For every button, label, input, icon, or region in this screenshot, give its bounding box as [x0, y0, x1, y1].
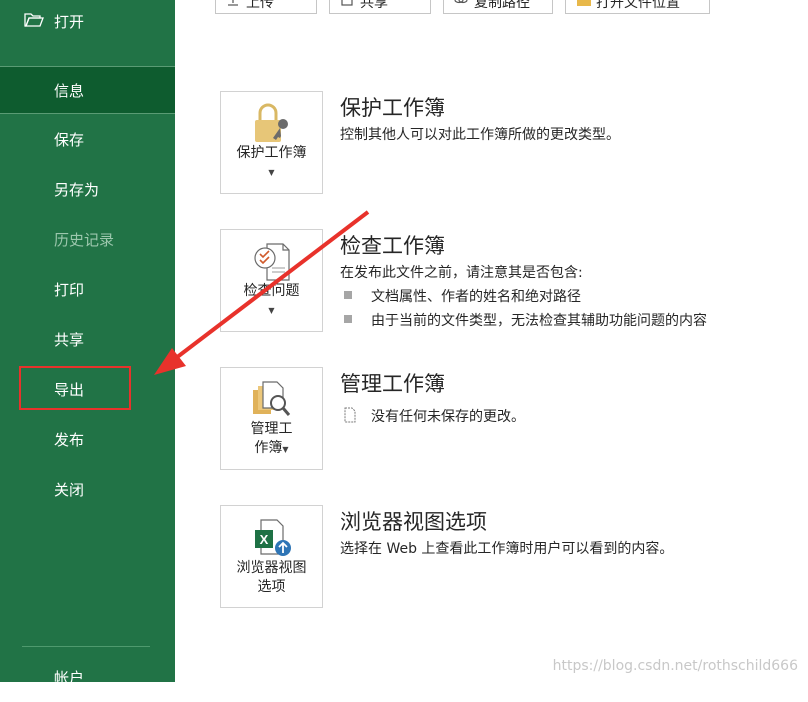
inspect-bullet: 由于当前的文件类型，无法检查其辅助功能问题的内容 [371, 313, 707, 329]
sidebar-item-account[interactable]: 帐户 [0, 654, 175, 702]
sidebar-item-label: 另存为 [54, 181, 100, 199]
excel-web-icon: X [255, 519, 291, 556]
sidebar-item-print[interactable]: 打印 [0, 266, 175, 314]
chevron-down-icon: ▼ [282, 445, 289, 454]
lock-key-icon [255, 103, 288, 142]
check-issues-tile-label: 检查问题 [243, 283, 300, 299]
sidebar-item-label: 打印 [54, 281, 85, 299]
backstage-sidebar: 打开 信息 保存 另存为 历史记录 打印 共享 导出 发布 关闭 帐户 [0, 0, 175, 687]
sidebar-divider [22, 646, 150, 647]
inspect-document-icon [254, 243, 290, 281]
upload-button-label: 上传 [246, 0, 274, 11]
sidebar-item-save-as[interactable]: 另存为 [0, 166, 175, 214]
chevron-down-icon: ▼ [268, 306, 275, 315]
open-file-location-label: 打开文件位置 [596, 0, 680, 11]
sidebar-item-share[interactable]: 共享 [0, 316, 175, 364]
sidebar-item-label: 共享 [54, 331, 85, 349]
protect-workbook-desc: 控制其他人可以对此工作簿所做的更改类型。 [340, 127, 620, 143]
manage-versions-icon [253, 381, 291, 416]
browser-view-options-title: 浏览器视图选项 [340, 510, 487, 534]
inspect-bullet: 文档属性、作者的姓名和绝对路径 [371, 289, 581, 305]
protect-workbook-title: 保护工作簿 [340, 96, 445, 120]
browser-view-options-tile[interactable]: X 浏览器视图 选项 [220, 505, 323, 608]
sidebar-item-open-label: 打开 [54, 13, 85, 31]
check-issues-tile[interactable]: 检查问题 ▼ [220, 229, 323, 332]
manage-workbook-title: 管理工作簿 [340, 372, 445, 396]
upload-icon [228, 0, 238, 6]
link-icon [454, 0, 468, 4]
bullet-icon [344, 315, 352, 323]
sidebar-item-publish[interactable]: 发布 [0, 416, 175, 464]
protect-workbook-tile-label: 保护工作簿 [236, 145, 307, 161]
chevron-down-icon: ▼ [268, 168, 275, 177]
share-button-label: 共享 [360, 0, 388, 11]
share-button[interactable]: 共享 [329, 0, 431, 14]
watermark: https://blog.csdn.net/rothschild666 [552, 658, 798, 674]
copy-path-button-label: 复制路径 [474, 0, 530, 11]
copy-path-button[interactable]: 复制路径 [443, 0, 553, 14]
open-file-location-button[interactable]: 打开文件位置 [565, 0, 710, 14]
sidebar-item-open[interactable]: 打开 [0, 0, 175, 40]
inspect-workbook-title: 检查工作簿 [340, 234, 445, 258]
inspect-workbook-desc: 在发布此文件之前，请注意其是否包含: [340, 265, 583, 281]
folder-open-icon [24, 13, 44, 27]
sidebar-item-label: 关闭 [54, 481, 85, 499]
upload-button[interactable]: 上传 [215, 0, 317, 14]
browser-view-options-desc: 选择在 Web 上查看此工作簿时用户可以看到的内容。 [340, 541, 674, 557]
manage-workbook-tile-label: 管理工 [250, 421, 293, 437]
manage-workbook-tile[interactable]: 管理工 作簿▼ [220, 367, 323, 470]
sidebar-item-label: 发布 [54, 431, 85, 449]
bullet-icon [344, 291, 352, 299]
sidebar-item-label: 历史记录 [54, 231, 115, 249]
sidebar-item-label: 保存 [54, 131, 85, 149]
sidebar-item-save[interactable]: 保存 [0, 116, 175, 164]
annotation-highlight-box [19, 366, 131, 410]
folder-icon [577, 0, 591, 6]
sidebar-item-close[interactable]: 关闭 [0, 466, 175, 514]
manage-workbook-tile-label-line2: 作簿▼ [221, 439, 322, 459]
browser-view-tile-label: 选项 [257, 579, 286, 595]
sidebar-item-label: 信息 [54, 82, 85, 100]
document-icon [344, 407, 356, 423]
svg-text:X: X [260, 532, 269, 547]
share-icon [341, 0, 353, 6]
manage-workbook-note: 没有任何未保存的更改。 [371, 409, 525, 425]
protect-workbook-tile[interactable]: 保护工作簿 ▼ [220, 91, 323, 194]
sidebar-item-info[interactable]: 信息 [0, 66, 175, 114]
sidebar-item-label: 帐户 [54, 669, 85, 687]
browser-view-tile-label: 浏览器视图 [236, 560, 307, 576]
manage-workbook-tile-label: 作簿 [254, 440, 283, 456]
sidebar-item-history: 历史记录 [0, 216, 175, 264]
